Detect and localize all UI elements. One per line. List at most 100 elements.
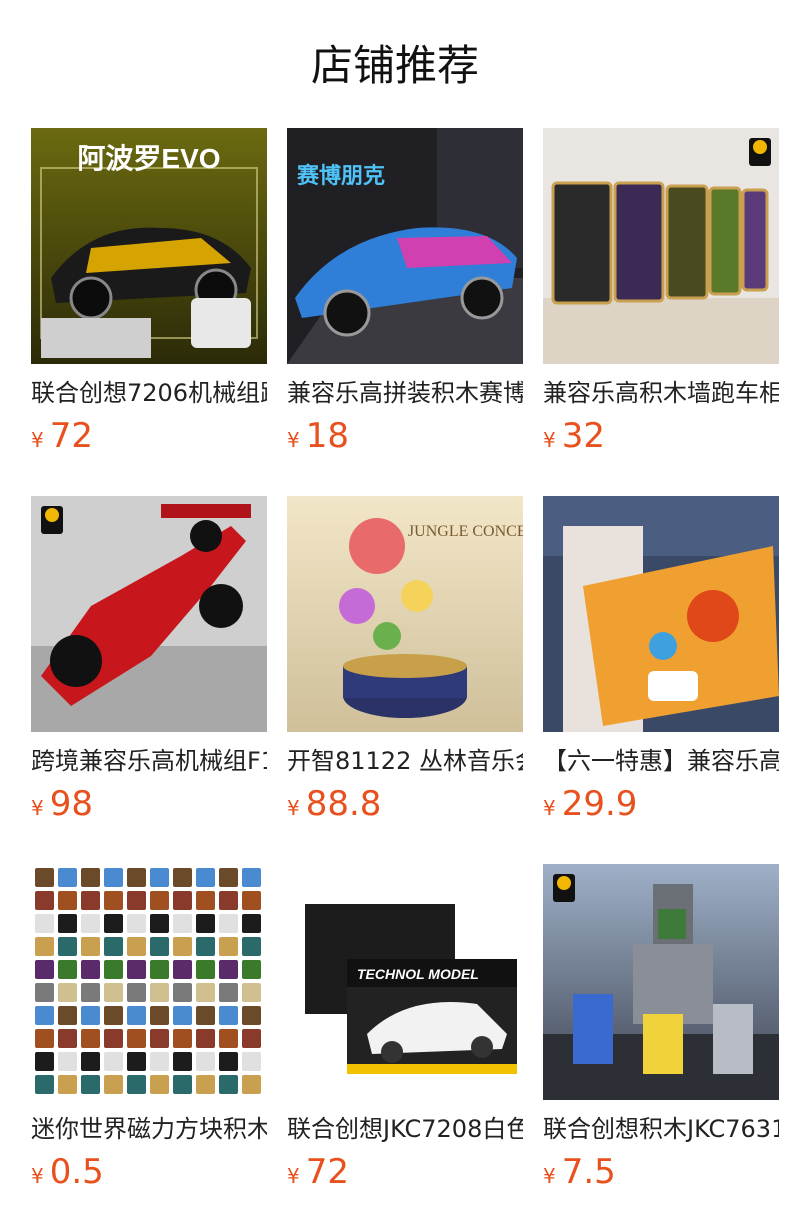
brand-logo xyxy=(553,874,575,902)
product-image[interactable] xyxy=(31,864,267,1100)
mini-cube xyxy=(127,1029,146,1048)
page-title: 店铺推荐 xyxy=(310,41,479,90)
product-price: ¥29.9 xyxy=(543,784,779,824)
mini-cube xyxy=(173,914,192,933)
mini-cube xyxy=(242,1029,261,1048)
mini-cube xyxy=(196,891,215,910)
mini-cube xyxy=(242,983,261,1002)
product-name[interactable]: 兼容乐高拼装积木赛博朋克跑车 xyxy=(287,378,523,408)
mini-cube xyxy=(58,914,77,933)
mini-cube xyxy=(219,937,238,956)
mini-cube xyxy=(150,937,169,956)
product-image[interactable]: JUNGLE CONCERT xyxy=(287,496,523,732)
mini-cube xyxy=(150,960,169,979)
mini-cube xyxy=(81,868,100,887)
mini-cube xyxy=(173,960,192,979)
brand-logo xyxy=(41,506,63,534)
mini-cube xyxy=(127,1075,146,1094)
product-image[interactable]: 赛博朋克 xyxy=(287,128,523,364)
mini-cube xyxy=(104,937,123,956)
currency-symbol: ¥ xyxy=(287,1164,300,1188)
product-price: ¥18 xyxy=(287,416,523,456)
mini-cube xyxy=(150,914,169,933)
product-price: ¥32 xyxy=(543,416,779,456)
product-card[interactable]: 阿波罗EVO 联合创想7206机械组跑车积木 ¥72 xyxy=(31,128,267,456)
product-card[interactable]: 【六一特惠】兼容乐高太阳系 ¥29.9 xyxy=(543,496,779,824)
brand-logo xyxy=(749,138,771,166)
product-name[interactable]: 联合创想7206机械组跑车积木 xyxy=(31,378,267,408)
mini-cube xyxy=(150,1075,169,1094)
product-name[interactable]: 联合创想积木JKC7631机甲 xyxy=(543,1114,779,1144)
product-image[interactable]: TECHNOL MODEL xyxy=(287,864,523,1100)
product-price: ¥72 xyxy=(31,416,267,456)
mini-cube xyxy=(58,891,77,910)
mini-cube xyxy=(58,983,77,1002)
cube-grid xyxy=(31,864,267,1100)
mini-cube xyxy=(242,1052,261,1071)
product-image[interactable] xyxy=(543,864,779,1100)
price-value: 72 xyxy=(49,416,93,456)
product-card[interactable]: TECHNOL MODEL 联合创想JKC7208白色跑车 ¥72 xyxy=(287,864,523,1192)
mini-cube xyxy=(35,891,54,910)
price-value: 32 xyxy=(561,416,605,456)
mini-cube xyxy=(58,1052,77,1071)
price-value: 29.9 xyxy=(561,784,638,824)
mini-cube xyxy=(173,1029,192,1048)
product-name[interactable]: 兼容乐高积木墙跑车相框摆件 xyxy=(543,378,779,408)
mini-cube xyxy=(81,1029,100,1048)
mini-cube xyxy=(104,1052,123,1071)
mini-cube xyxy=(35,868,54,887)
mini-cube xyxy=(127,960,146,979)
currency-symbol: ¥ xyxy=(287,428,300,452)
product-name[interactable]: 联合创想JKC7208白色跑车 xyxy=(287,1114,523,1144)
product-image[interactable]: 阿波罗EVO xyxy=(31,128,267,364)
mini-cube xyxy=(35,1006,54,1025)
product-price: ¥0.5 xyxy=(31,1152,267,1192)
product-image[interactable] xyxy=(31,496,267,732)
product-name[interactable]: 迷你世界磁力方块积木 xyxy=(31,1114,267,1144)
mini-cube xyxy=(127,914,146,933)
product-card[interactable]: 兼容乐高积木墙跑车相框摆件 ¥32 xyxy=(543,128,779,456)
mini-cube xyxy=(196,868,215,887)
product-name[interactable]: 开智81122 丛林音乐会花盆 xyxy=(287,746,523,776)
price-value: 7.5 xyxy=(561,1152,616,1192)
mini-cube xyxy=(219,1029,238,1048)
mini-cube xyxy=(127,1052,146,1071)
product-card[interactable]: JUNGLE CONCERT 开智81122 丛林音乐会花盆 ¥88.8 xyxy=(287,496,523,824)
mini-cube xyxy=(173,1052,192,1071)
product-price: ¥88.8 xyxy=(287,784,523,824)
product-name[interactable]: 【六一特惠】兼容乐高太阳系 xyxy=(543,746,779,776)
price-value: 98 xyxy=(49,784,93,824)
mini-cube xyxy=(242,1006,261,1025)
product-name[interactable]: 跨境兼容乐高机械组F1赛车 xyxy=(31,746,267,776)
product-image[interactable] xyxy=(543,128,779,364)
price-value: 0.5 xyxy=(49,1152,104,1192)
product-price: ¥98 xyxy=(31,784,267,824)
mini-cube xyxy=(35,1052,54,1071)
mini-cube xyxy=(127,937,146,956)
mini-cube xyxy=(58,1006,77,1025)
currency-symbol: ¥ xyxy=(543,796,556,820)
product-card[interactable]: 迷你世界磁力方块积木 ¥0.5 xyxy=(31,864,267,1192)
price-value: 18 xyxy=(305,416,349,456)
mini-cube xyxy=(104,891,123,910)
currency-symbol: ¥ xyxy=(287,796,300,820)
mini-cube xyxy=(58,868,77,887)
mini-cube xyxy=(81,1052,100,1071)
mini-cube xyxy=(150,1006,169,1025)
mini-cube xyxy=(196,983,215,1002)
mini-cube xyxy=(104,960,123,979)
product-image[interactable] xyxy=(543,496,779,732)
product-card[interactable]: 联合创想积木JKC7631机甲 ¥7.5 xyxy=(543,864,779,1192)
image-caption: 阿波罗EVO xyxy=(77,143,220,174)
mini-cube xyxy=(196,914,215,933)
product-card[interactable]: 赛博朋克 兼容乐高拼装积木赛博朋克跑车 ¥18 xyxy=(287,128,523,456)
mini-cube xyxy=(196,1006,215,1025)
mini-cube xyxy=(173,937,192,956)
mini-cube xyxy=(219,1052,238,1071)
mini-cube xyxy=(35,960,54,979)
product-card[interactable]: 跨境兼容乐高机械组F1赛车 ¥98 xyxy=(31,496,267,824)
mini-cube xyxy=(150,1052,169,1071)
mini-cube xyxy=(219,891,238,910)
currency-symbol: ¥ xyxy=(31,428,44,452)
